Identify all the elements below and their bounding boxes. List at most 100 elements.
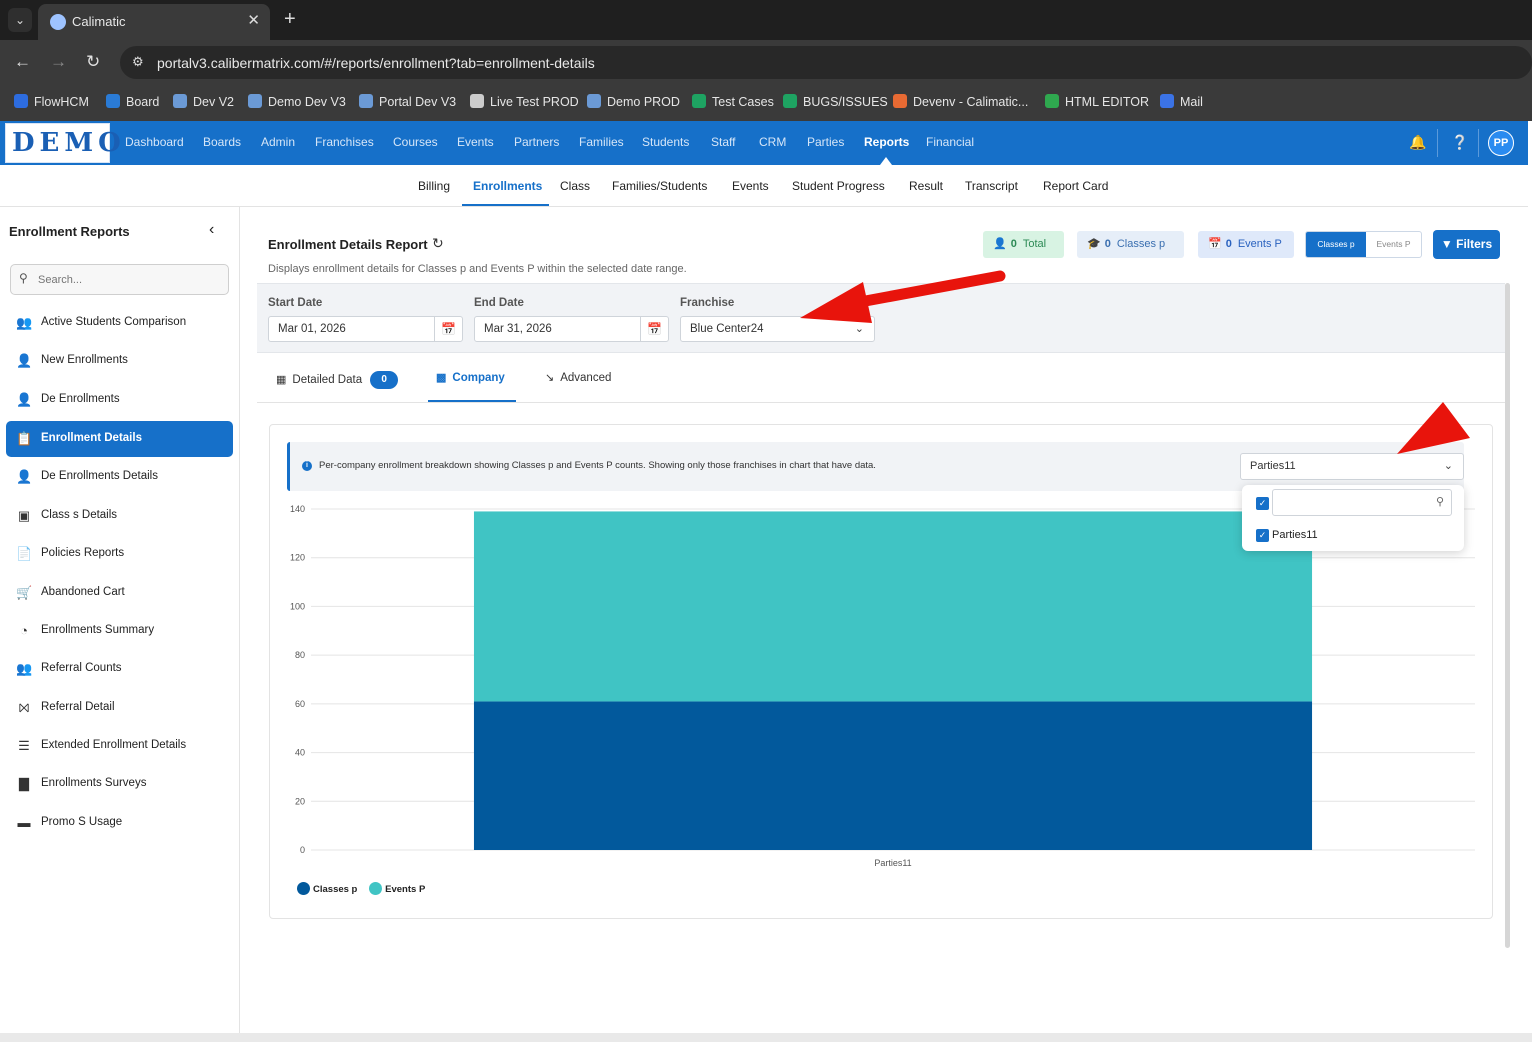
view-tabs: ▦ Detailed Data 0 ▩ Company ↘ Advanced — [257, 353, 1505, 403]
help-icon[interactable]: ❔ — [1451, 134, 1468, 151]
subtab-class[interactable]: Class — [560, 179, 590, 193]
nav-item-staff[interactable]: Staff — [711, 135, 735, 149]
filters-button[interactable]: ▼ Filters — [1433, 230, 1500, 259]
sidebar-item-promo-s-usage[interactable]: ▬ Promo S Usage — [6, 805, 233, 841]
browser-tab[interactable]: Calimatic ✕ — [38, 4, 270, 40]
back-icon[interactable]: ← — [14, 52, 31, 72]
subtab-result[interactable]: Result — [909, 179, 943, 193]
site-info-icon[interactable]: ⚙ — [132, 54, 144, 70]
collapse-sidebar-icon[interactable]: ‹ — [209, 221, 214, 239]
bookmark-favicon-icon — [1160, 94, 1174, 108]
nav-item-reports[interactable]: Reports — [864, 135, 909, 149]
franchise-value: Blue Center24 — [690, 323, 764, 335]
start-date-field[interactable]: Mar 01, 2026 📅 — [268, 316, 463, 342]
sidebar-item-class-s-details[interactable]: ▣ Class s Details — [6, 498, 233, 534]
subtab-enrollments[interactable]: Enrollments — [473, 179, 542, 193]
sidebar-search[interactable]: ⚲ — [10, 264, 229, 295]
bookmark-item[interactable]: FlowHCM — [14, 94, 89, 109]
bookmark-item[interactable]: Test Cases — [692, 94, 774, 109]
sidebar-item-enrollment-details[interactable]: 📋 Enrollment Details — [6, 421, 233, 457]
toggle-events-button[interactable]: Events P — [1366, 232, 1421, 257]
nav-item-partners[interactable]: Partners — [514, 135, 559, 149]
subtab-student-progress[interactable]: Student Progress — [792, 179, 885, 193]
sidebar-item-de-enrollments[interactable]: 👤 De Enrollments — [6, 382, 233, 418]
nav-item-crm[interactable]: CRM — [759, 135, 786, 149]
report-category-nav: Billing Enrollments Class Families/Students… — [0, 165, 1528, 207]
bookmark-item[interactable]: Board — [106, 94, 159, 109]
company-select[interactable]: Parties11 ⌄ — [1240, 453, 1464, 480]
end-date-field[interactable]: Mar 31, 2026 📅 — [474, 316, 669, 342]
bar-segment-events-p[interactable] — [473, 511, 1313, 702]
sidebar-item-extended-enrollment-details[interactable]: ☰ Extended Enrollment Details — [6, 728, 233, 764]
subtab-billing[interactable]: Billing — [418, 179, 450, 193]
nav-item-students[interactable]: Students — [642, 135, 689, 149]
subtab-report-card[interactable]: Report Card — [1043, 179, 1108, 193]
nav-item-franchises[interactable]: Franchises — [315, 135, 374, 149]
scrollbar[interactable] — [1505, 283, 1510, 948]
sidebar-item-de-enrollments-details[interactable]: 👤 De Enrollments Details — [6, 459, 233, 495]
total-label: Total — [1022, 238, 1047, 250]
nav-item-events[interactable]: Events — [457, 135, 494, 149]
logo[interactable]: DEMO — [5, 123, 121, 163]
sidebar-item-enrollments-summary[interactable]: ◔ Enrollments Summary — [6, 613, 233, 649]
bell-icon[interactable]: 🔔 — [1409, 134, 1426, 151]
bookmark-item[interactable]: Live Test PROD — [470, 94, 579, 109]
avatar[interactable]: PP — [1488, 130, 1514, 156]
dropdown-search-input[interactable]: ⚲ — [1272, 489, 1452, 516]
type-toggle: Classes p Events P — [1305, 231, 1422, 258]
nav-item-boards[interactable]: Boards — [203, 135, 241, 149]
bookmark-item[interactable]: Dev V2 — [173, 94, 234, 109]
bookmark-item[interactable]: BUGS/ISSUES — [783, 94, 888, 109]
bar-segment-classes-p[interactable] — [473, 701, 1313, 850]
nav-item-parties[interactable]: Parties — [807, 135, 844, 149]
nav-item-financial[interactable]: Financial — [926, 135, 974, 149]
subtab-families-students[interactable]: Families/Students — [612, 179, 707, 193]
legend-label: Events P — [385, 884, 426, 895]
bookmark-item[interactable]: Mail — [1160, 94, 1203, 109]
nav-item-families[interactable]: Families — [579, 135, 624, 149]
tab-company[interactable]: ▩ Company — [436, 371, 505, 384]
tab-detailed-data[interactable]: ▦ Detailed Data 0 — [276, 371, 399, 389]
sidebar-item-enrollments-surveys[interactable]: ▇ Enrollments Surveys — [6, 766, 233, 802]
url-field[interactable]: ⚙ portalv3.calibermatrix.com/#/reports/e… — [120, 46, 1532, 79]
graduation-cap-icon: 🎓 — [1087, 238, 1101, 250]
close-tab-icon[interactable]: ✕ — [247, 11, 260, 29]
bookmark-item[interactable]: Portal Dev V3 — [359, 94, 456, 109]
reload-icon[interactable]: ↻ — [86, 52, 100, 72]
forward-icon[interactable]: → — [50, 52, 67, 72]
subtab-events[interactable]: Events — [732, 179, 769, 193]
sidebar-search-input[interactable] — [38, 271, 218, 289]
sidebar-item-active-students-comparison[interactable]: 👥 Active Students Comparison — [6, 305, 233, 341]
sidebar-item-label: New Enrollments — [41, 354, 128, 366]
bookmark-item[interactable]: Devenv - Calimatic... — [893, 94, 1028, 109]
nav-item-admin[interactable]: Admin — [261, 135, 295, 149]
sidebar-item-abandoned-cart[interactable]: 🛒 Abandoned Cart — [6, 575, 233, 611]
nav-item-dashboard[interactable]: Dashboard — [125, 135, 184, 149]
chart-legend: Classes p Events P — [297, 882, 434, 895]
sidebar-item-referral-counts[interactable]: 👥 Referral Counts — [6, 651, 233, 687]
active-nav-indicator — [880, 157, 892, 165]
subtab-transcript[interactable]: Transcript — [965, 179, 1018, 193]
dropdown-option[interactable]: Parties11 — [1272, 529, 1318, 541]
refresh-icon[interactable]: ↻ — [432, 235, 444, 252]
sidebar-item-policies-reports[interactable]: 📄 Policies Reports — [6, 536, 233, 572]
calendar-icon[interactable]: 📅 — [640, 317, 668, 341]
bookmark-item[interactable]: HTML EDITOR — [1045, 94, 1149, 109]
franchise-select[interactable]: Blue Center24 ⌄ — [680, 316, 875, 342]
page-title: Enrollment Details Report — [268, 237, 428, 252]
legend-item-classes[interactable]: Classes p — [297, 882, 357, 895]
calendar-icon[interactable]: 📅 — [434, 317, 462, 341]
tab-advanced[interactable]: ↘ Advanced — [545, 371, 611, 384]
nav-item-courses[interactable]: Courses — [393, 135, 438, 149]
toggle-classes-button[interactable]: Classes p — [1306, 232, 1366, 257]
select-all-checkbox[interactable]: ✓ — [1256, 497, 1269, 510]
bookmark-item[interactable]: Demo Dev V3 — [248, 94, 346, 109]
sidebar-item-new-enrollments[interactable]: 👤 New Enrollments — [6, 343, 233, 379]
legend-item-events[interactable]: Events P — [369, 882, 425, 895]
sidebar-item-referral-detail[interactable]: ⨝ Referral Detail — [6, 690, 233, 726]
bookmark-item[interactable]: Demo PROD — [587, 94, 680, 109]
option-checkbox[interactable]: ✓ — [1256, 529, 1269, 542]
chalkboard-icon: ▣ — [17, 508, 31, 523]
new-tab-icon[interactable]: + — [284, 8, 296, 30]
tab-list-button[interactable]: ⌄ — [8, 8, 32, 32]
